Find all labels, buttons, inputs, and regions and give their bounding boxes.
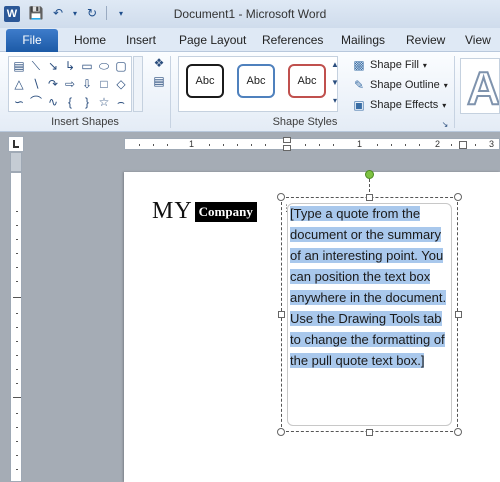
tab-file[interactable]: File: [6, 29, 58, 52]
rectangle-shape-icon[interactable]: ▭: [80, 59, 94, 73]
styles-scroll-up-icon[interactable]: ▲: [330, 58, 340, 72]
ruler-number: 1: [189, 139, 195, 149]
right-arrow-shape-icon[interactable]: ⇨: [63, 77, 77, 91]
company-logo: MY Company: [152, 198, 257, 225]
star-shape-icon[interactable]: ☆: [97, 95, 111, 109]
callout-shape-icon[interactable]: □: [97, 77, 111, 91]
resize-handle-top[interactable]: [366, 194, 373, 201]
logo-company-text: Company: [194, 201, 257, 222]
dropdown-arrow-icon: ▾: [442, 100, 447, 110]
shape-style-blue[interactable]: Abc: [237, 64, 275, 98]
wordart-sample-letter: A: [466, 61, 500, 114]
left-brace-icon[interactable]: {: [63, 95, 77, 109]
rotation-handle[interactable]: [365, 170, 374, 179]
down-arrow-shape-icon[interactable]: ⇩: [80, 77, 94, 91]
oval-shape-icon[interactable]: ⬭: [97, 59, 111, 73]
shape-style-black[interactable]: Abc: [186, 64, 224, 98]
resize-handle-left[interactable]: [278, 311, 285, 318]
tab-mailings[interactable]: Mailings: [341, 33, 385, 47]
hanging-indent-marker[interactable]: [283, 145, 291, 151]
dialog-launcher-icon[interactable]: ↘: [440, 118, 450, 132]
pull-quote-selected-text[interactable]: [Type a quote from the document or the s…: [290, 206, 447, 368]
paint-bucket-icon: ▩: [353, 58, 365, 72]
vertical-ruler-margin: [10, 152, 22, 172]
line-diagonal-icon[interactable]: ∖: [29, 77, 43, 91]
dropdown-arrow-icon: ▾: [443, 80, 448, 90]
ribbon-tabs: File Home Insert Page Layout References …: [0, 28, 500, 52]
shape-fill-label: Shape Fill: [370, 59, 419, 71]
resize-handle-bottom-left[interactable]: [277, 428, 285, 436]
curved-connector-icon[interactable]: ↷: [46, 77, 60, 91]
group-label-shape-styles: Shape Styles: [272, 116, 338, 128]
curve-shape-icon[interactable]: ∽: [12, 95, 26, 109]
resize-handle-top-right[interactable]: [454, 193, 462, 201]
shape-style-red[interactable]: Abc: [288, 64, 326, 98]
resize-handle-right[interactable]: [455, 311, 462, 318]
vertical-ruler[interactable]: [10, 172, 22, 482]
edit-shape-icon[interactable]: ❖: [150, 56, 168, 70]
tab-home[interactable]: Home: [74, 33, 106, 47]
shapes-gallery[interactable]: ▤ ⟍ ↘ ↳ ▭ ⬭ ▢ △ ∖ ↷ ⇨ ⇩ □ ◇ ∽ ⌒ ∿ { } ☆ …: [8, 56, 132, 112]
ruler-number: 3: [489, 139, 495, 149]
arrow-shape-icon[interactable]: ↘: [46, 59, 60, 73]
group-label-insert-shapes: Insert Shapes: [51, 116, 119, 128]
triangle-shape-icon[interactable]: △: [12, 77, 26, 91]
arc-shape-icon[interactable]: ⌒: [29, 95, 43, 109]
freeform-shape-icon[interactable]: ∿: [46, 95, 60, 109]
textbox-shape-icon[interactable]: ▤: [12, 59, 26, 73]
pencil-outline-icon: ✎: [353, 78, 365, 92]
shape-effects-icon: ▣: [353, 98, 365, 112]
draw-text-box-icon[interactable]: ▤: [150, 74, 168, 88]
styles-scroll-down-icon[interactable]: ▼: [330, 76, 340, 90]
window-title: Document1 - Microsoft Word: [173, 7, 327, 21]
snip-shape-icon[interactable]: ◇: [114, 77, 128, 91]
scribble-shape-icon[interactable]: ⌢: [114, 95, 128, 109]
ruler-number: 2: [435, 139, 441, 149]
dropdown-arrow-icon: ▾: [422, 60, 427, 70]
shapes-gallery-scroll[interactable]: [133, 56, 143, 112]
tab-view[interactable]: View: [465, 33, 491, 47]
shape-effects-button[interactable]: ▣ Shape Effects ▾: [352, 96, 446, 114]
shape-effects-label: Shape Effects: [370, 99, 439, 111]
tab-page-layout[interactable]: Page Layout: [179, 33, 246, 47]
wordart-style-gallery[interactable]: A: [460, 58, 500, 114]
logo-my-text: MY: [152, 198, 193, 224]
right-indent-marker[interactable]: [459, 141, 467, 149]
pull-quote-text[interactable]: [Type a quote from the document or the s…: [290, 203, 448, 371]
styles-more-icon[interactable]: ▾: [330, 94, 340, 108]
tab-references[interactable]: References: [262, 33, 323, 47]
ribbon: ▤ ⟍ ↘ ↳ ▭ ⬭ ▢ △ ∖ ↷ ⇨ ⇩ □ ◇ ∽ ⌒ ∿ { } ☆ …: [0, 52, 500, 132]
rounded-rectangle-icon[interactable]: ▢: [114, 59, 128, 73]
tab-insert[interactable]: Insert: [126, 33, 156, 47]
indent-marker[interactable]: [283, 137, 291, 143]
shape-fill-button[interactable]: ▩ Shape Fill ▾: [352, 56, 427, 74]
group-separator: [170, 56, 171, 128]
shape-outline-label: Shape Outline: [370, 79, 440, 91]
line-shape-icon[interactable]: ⟍: [29, 59, 43, 73]
anchor-icon[interactable]: ⋮: [282, 202, 291, 214]
resize-handle-bottom[interactable]: [366, 429, 373, 436]
title-bar: W 💾 ↶ ▾ ↻ ▾ Document1 - Microsoft Word: [0, 0, 500, 28]
resize-handle-top-left[interactable]: [277, 193, 285, 201]
tab-review[interactable]: Review: [406, 33, 445, 47]
right-brace-icon[interactable]: }: [80, 95, 94, 109]
tab-selector-button[interactable]: [8, 136, 24, 152]
horizontal-ruler[interactable]: 1 1 2 3: [124, 137, 500, 151]
elbow-connector-icon[interactable]: ↳: [63, 59, 77, 73]
ruler-number: 1: [357, 139, 363, 149]
resize-handle-bottom-right[interactable]: [454, 428, 462, 436]
group-separator: [454, 56, 455, 128]
shape-outline-button[interactable]: ✎ Shape Outline ▾: [352, 76, 448, 94]
